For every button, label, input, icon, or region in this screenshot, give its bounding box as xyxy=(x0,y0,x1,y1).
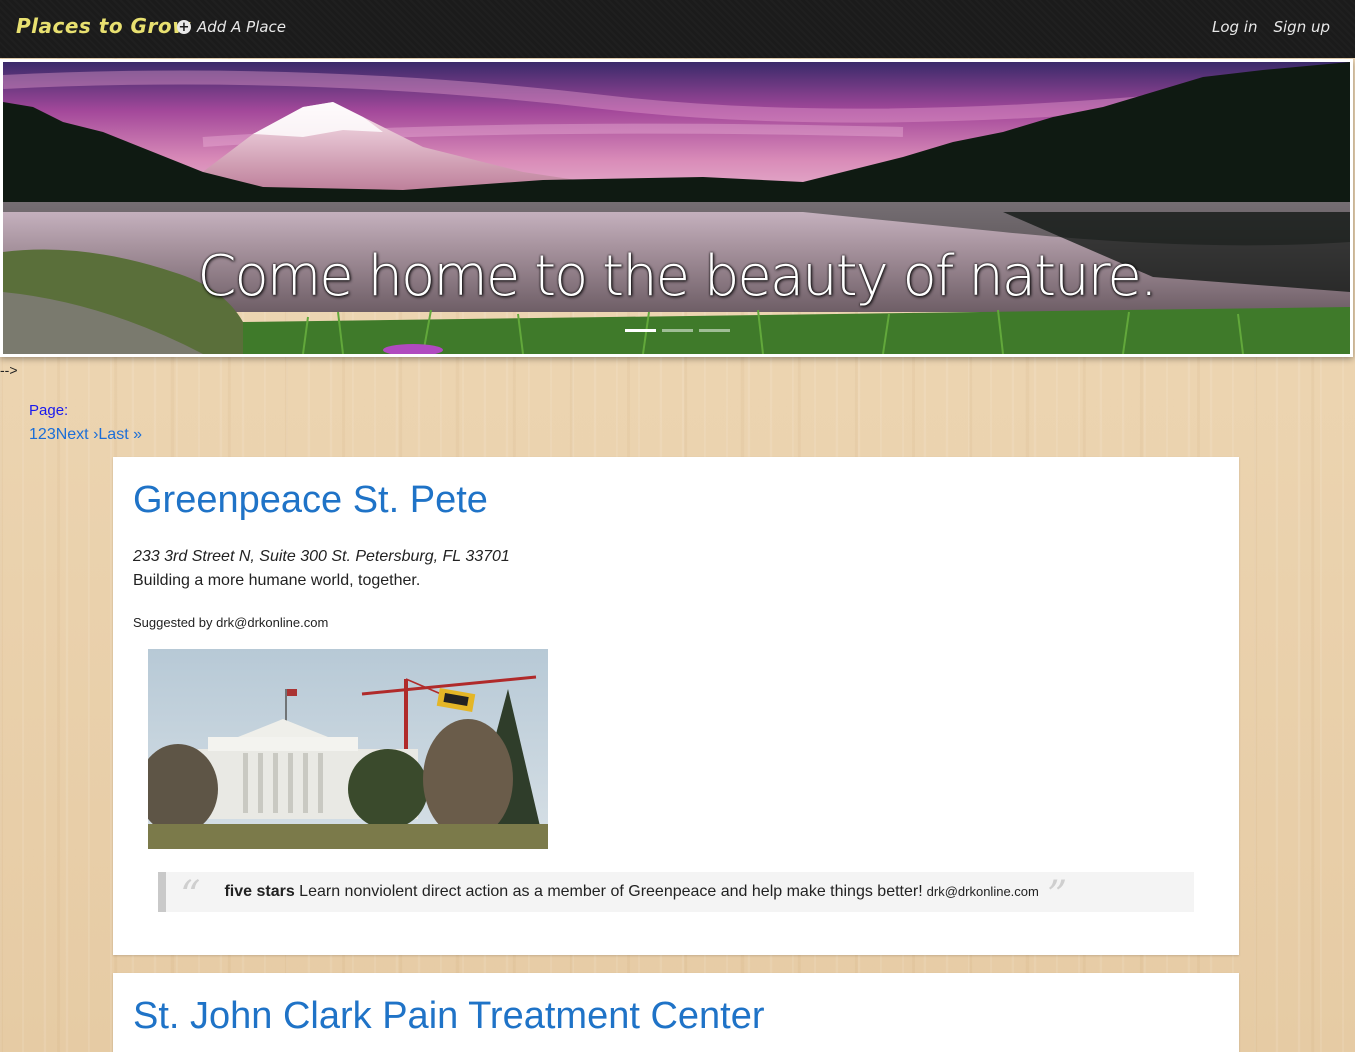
place-card: Greenpeace St. Pete 233 3rd Street N, Su… xyxy=(113,457,1239,955)
pager: 1 2 3 Next › Last » xyxy=(29,426,142,444)
pager-page-1[interactable]: 1 xyxy=(29,426,38,444)
add-place-link[interactable]: + Add A Place xyxy=(177,18,286,36)
hero-caption: Come home to the beauty of nature. xyxy=(197,244,1157,309)
review-body: Learn nonviolent direct action as a memb… xyxy=(299,883,923,900)
carousel-indicator-3[interactable] xyxy=(699,329,730,332)
place-card: St. John Clark Pain Treatment Center xyxy=(113,973,1239,1052)
review-text: five stars Learn nonviolent direct actio… xyxy=(224,883,1038,901)
add-place-label: Add A Place xyxy=(197,18,286,36)
place-title[interactable]: St. John Clark Pain Treatment Center xyxy=(133,995,765,1038)
open-quote-icon: “ xyxy=(180,873,201,919)
place-title[interactable]: Greenpeace St. Pete xyxy=(133,479,488,522)
brand-logo[interactable]: Places to Grow xyxy=(16,14,191,38)
carousel-indicators xyxy=(625,329,730,332)
auth-links: Log in Sign up xyxy=(1212,18,1330,36)
review-rating: five stars xyxy=(224,883,295,900)
pager-last[interactable]: Last » xyxy=(98,426,142,444)
login-link[interactable]: Log in xyxy=(1212,18,1258,36)
review-author: drk@drkonline.com xyxy=(926,884,1039,899)
review-quote: “ five stars Learn nonviolent direct act… xyxy=(158,872,1194,916)
pager-next[interactable]: Next › xyxy=(56,426,99,444)
plus-circle-icon: + xyxy=(177,19,191,35)
hero-carousel[interactable]: Come home to the beauty of nature. xyxy=(0,59,1353,357)
pager-page-2[interactable]: 2 xyxy=(38,426,47,444)
suggested-by: Suggested by drk@drkonline.com xyxy=(133,615,329,630)
landscape-image xyxy=(3,62,1350,354)
carousel-indicator-1[interactable] xyxy=(625,329,656,332)
stray-comment-text: --> xyxy=(0,362,18,378)
signup-link[interactable]: Sign up xyxy=(1273,18,1330,36)
close-quote-icon: ” xyxy=(1046,873,1068,919)
carousel-indicator-2[interactable] xyxy=(662,329,693,332)
place-tagline: Building a more humane world, together. xyxy=(133,572,421,589)
pager-page-3[interactable]: 3 xyxy=(47,426,56,444)
place-address: 233 3rd Street N, Suite 300 St. Petersbu… xyxy=(133,548,510,565)
pager-label: Page: xyxy=(29,402,69,419)
place-photo xyxy=(148,649,548,849)
top-navbar: Places to Grow + Add A Place Log in Sign… xyxy=(0,0,1355,58)
